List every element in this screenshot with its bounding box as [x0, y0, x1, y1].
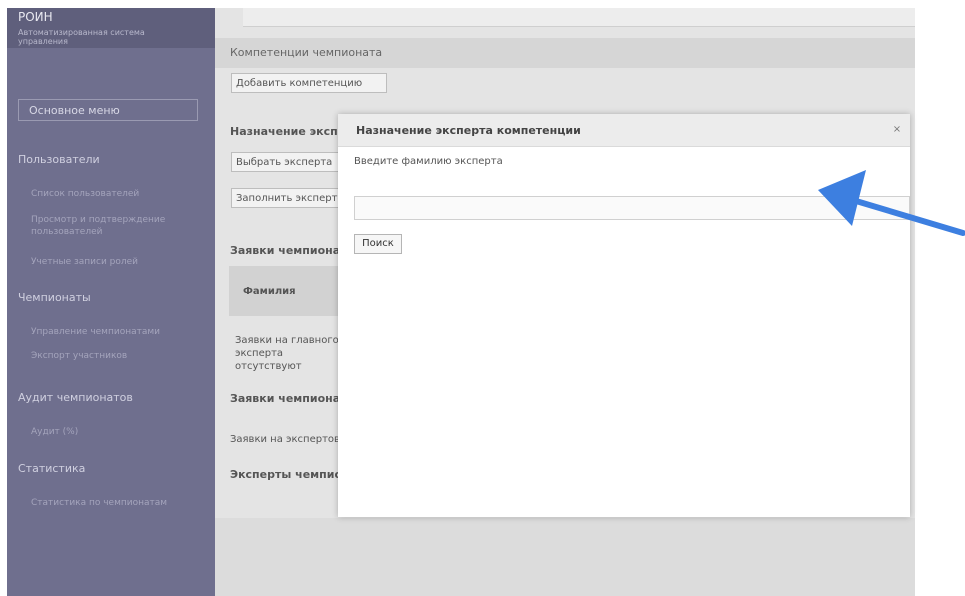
add-competence-button[interactable]: Добавить компетенцию — [231, 73, 387, 93]
expert-surname-input[interactable] — [354, 196, 910, 220]
close-icon[interactable]: × — [890, 123, 904, 137]
experts-title: Эксперты чемпионата — [230, 468, 340, 481]
sidebar-item-export-participants[interactable]: Экспорт участников — [31, 350, 211, 362]
assign-expert-dialog: Назначение эксперта компетенции × Введит… — [338, 114, 910, 517]
fill-experts-button[interactable]: Заполнить экспертов — [231, 188, 341, 208]
expert-requests-note: Заявки на экспертов отсутствуют — [230, 434, 340, 445]
requests-table-header: Фамилия — [229, 266, 339, 316]
assign-expert-label: Назначение эксперта — [230, 125, 340, 138]
requests-note: Заявки на главного эксперта отсутствуют — [235, 335, 339, 372]
sidebar-section-statistics[interactable]: Статистика — [18, 462, 85, 475]
sidebar-item-statistics[interactable]: Статистика по чемпионатам — [31, 497, 211, 509]
surname-label: Введите фамилию эксперта — [354, 156, 503, 167]
requests-title-2: Заявки чемпионата — [230, 392, 340, 405]
sidebar-item-manage-championships[interactable]: Управление чемпионатами — [31, 326, 211, 338]
dialog-header: Назначение эксперта компетенции × — [338, 114, 910, 147]
app-title: РОИН — [18, 10, 53, 24]
sidebar-section-championships[interactable]: Чемпионаты — [18, 291, 91, 304]
sidebar-item-users-confirm[interactable]: Просмотр и подтверждение пользователей — [31, 214, 211, 238]
sidebar: РОИН Автоматизированная система управлен… — [7, 8, 242, 596]
sidebar-item-audit[interactable]: Аудит (%) — [31, 426, 211, 438]
top-strip — [243, 8, 915, 27]
sidebar-section-users[interactable]: Пользователи — [18, 153, 100, 166]
requests-title: Заявки чемпионата — [230, 244, 340, 257]
app-subtitle: Автоматизированная система управления — [18, 28, 145, 46]
page-title: Компетенции чемпионата — [230, 46, 383, 59]
search-button[interactable]: Поиск — [354, 234, 402, 254]
sidebar-header: РОИН Автоматизированная система управлен… — [7, 8, 242, 48]
sidebar-item-roles[interactable]: Учетные записи ролей — [31, 256, 211, 268]
sidebar-section-audit[interactable]: Аудит чемпионатов — [18, 391, 133, 404]
sidebar-item-users-list[interactable]: Список пользователей — [31, 188, 211, 200]
main-menu-button[interactable]: Основное меню — [18, 99, 198, 121]
surname-column-header: Фамилия — [243, 286, 296, 297]
bottom-bar — [215, 518, 915, 596]
dialog-title: Назначение эксперта компетенции — [356, 124, 581, 137]
select-expert-button[interactable]: Выбрать эксперта — [231, 152, 341, 172]
